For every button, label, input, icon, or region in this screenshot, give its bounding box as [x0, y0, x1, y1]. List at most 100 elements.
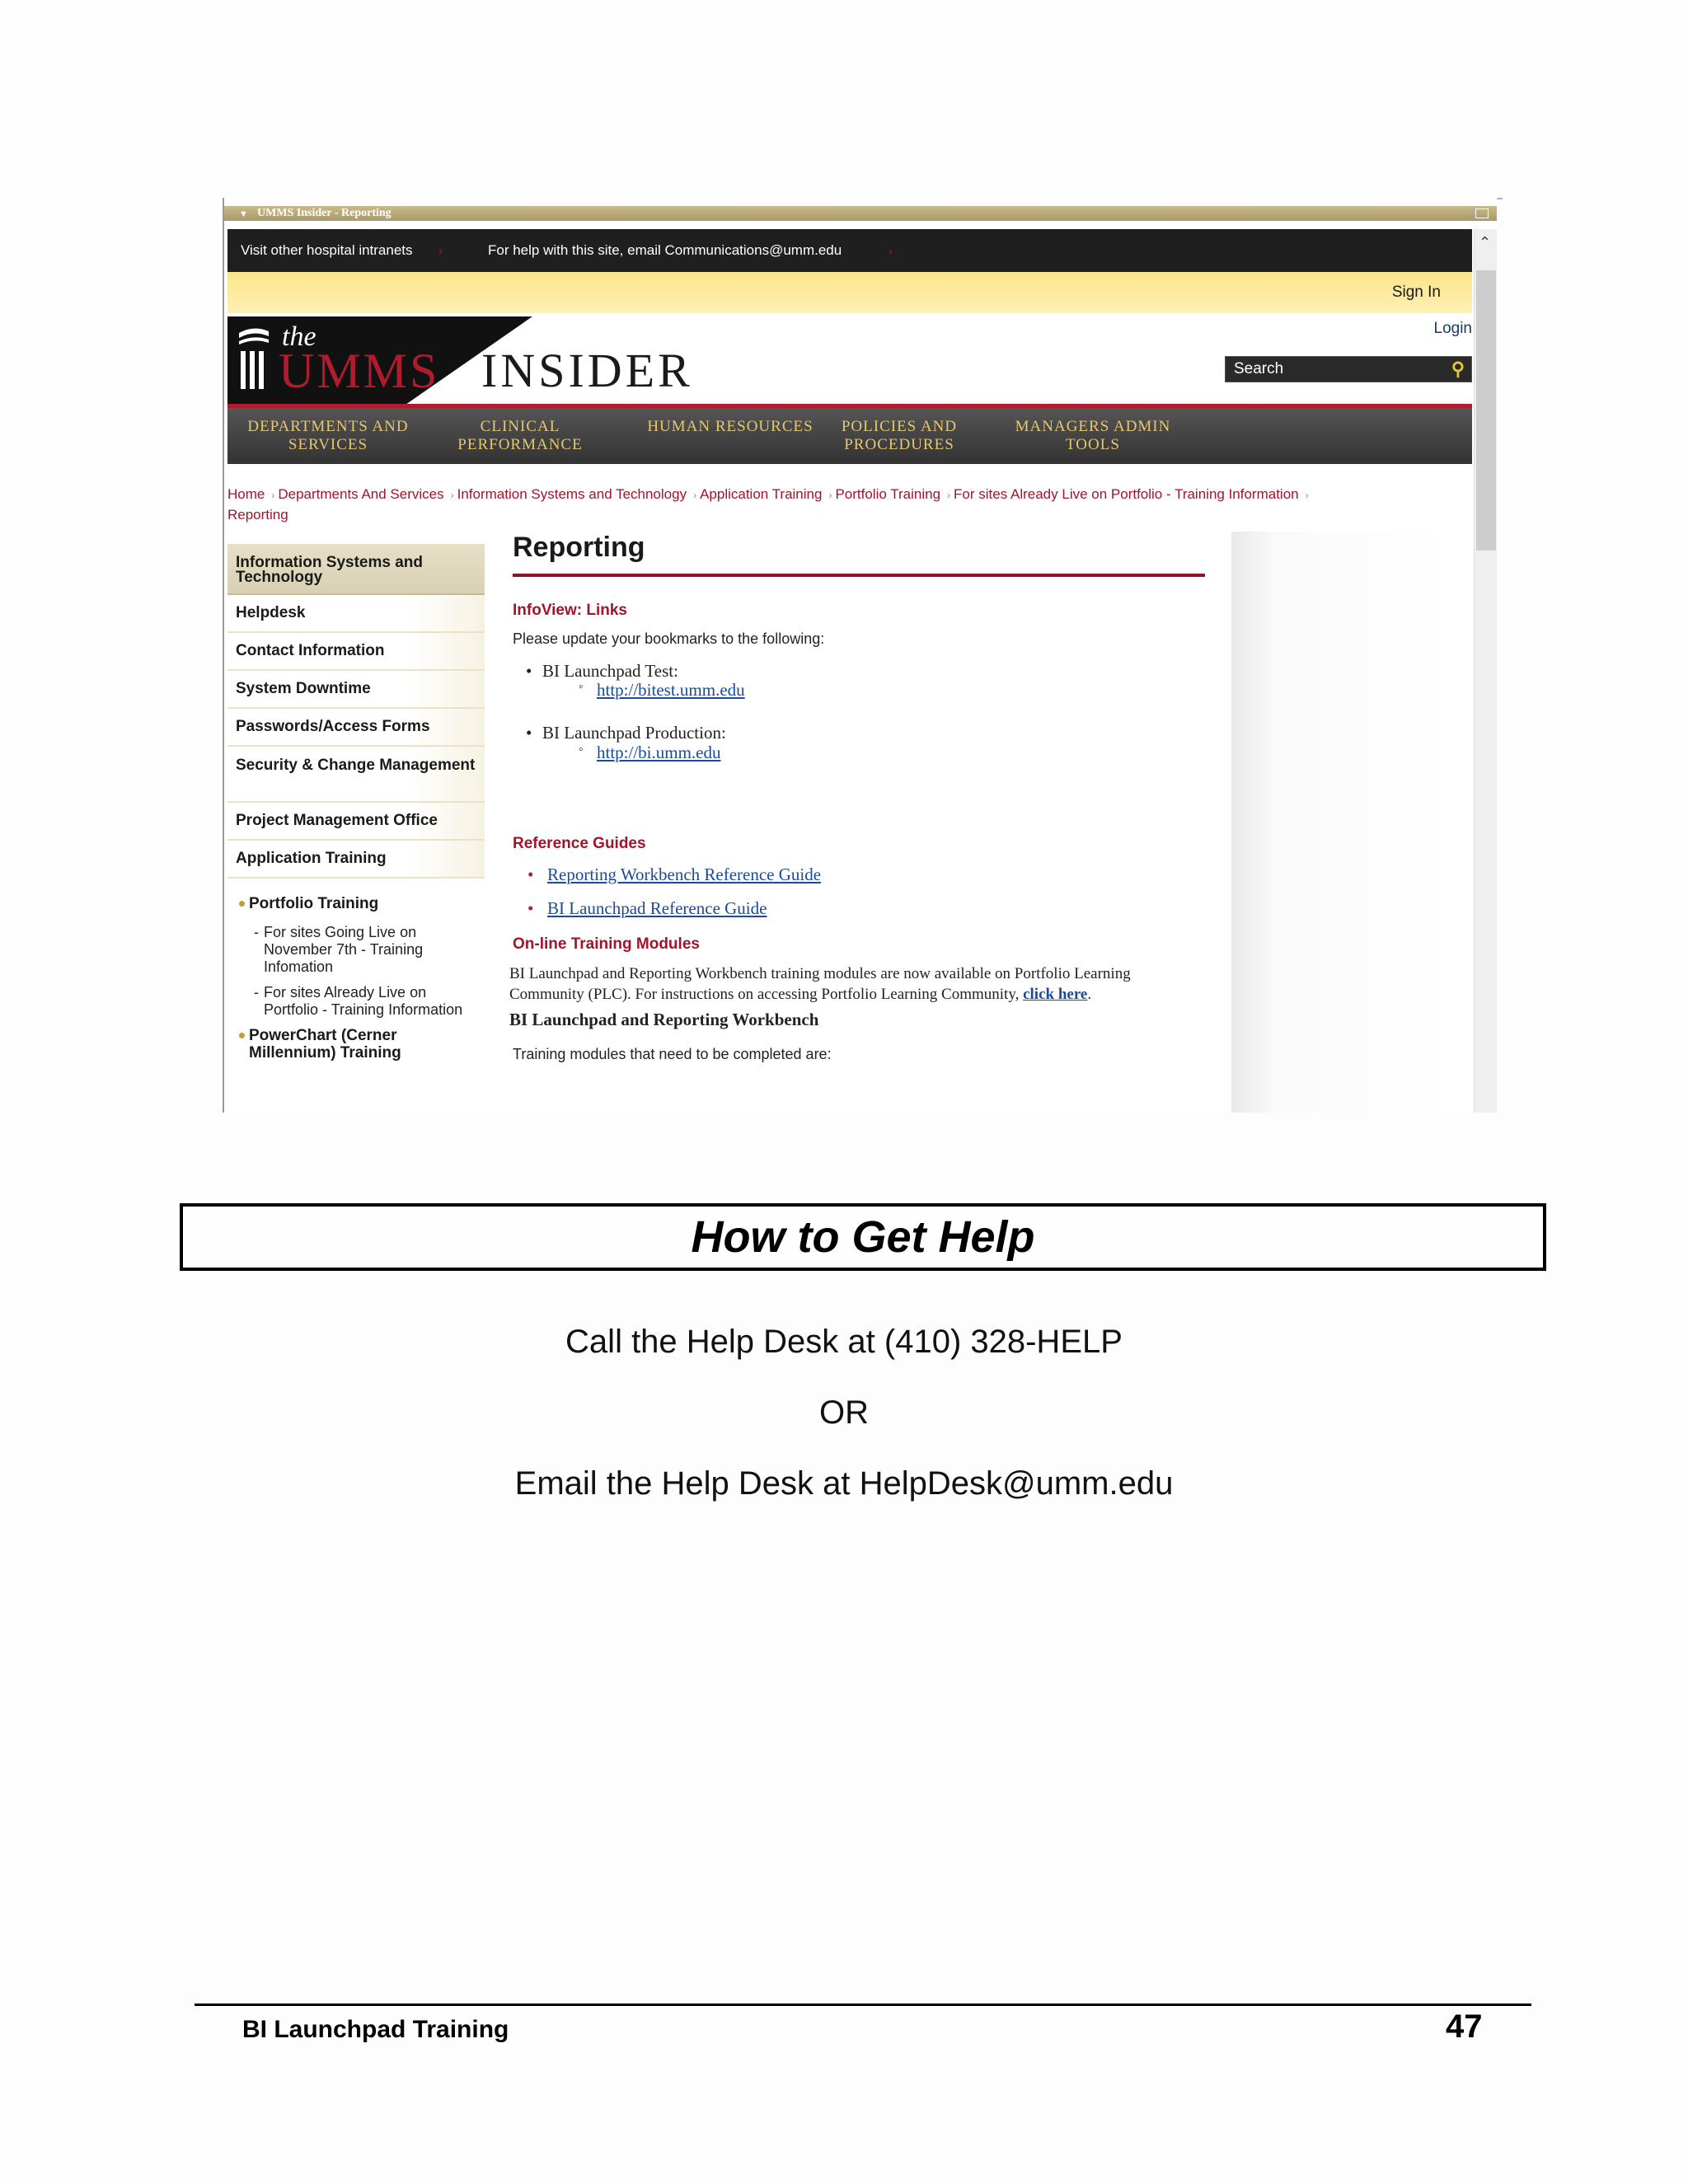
- dash-icon: -: [254, 984, 259, 1001]
- page-number: 47: [1446, 2008, 1483, 2045]
- breadcrumb-application-training[interactable]: Application Training: [700, 486, 822, 502]
- collapse-triangle-icon[interactable]: ▼: [239, 207, 248, 222]
- sidebar-item-passwords[interactable]: Passwords/Access Forms: [227, 709, 485, 747]
- breadcrumb-separator-icon: ›: [271, 490, 275, 501]
- sidebar-item-contact[interactable]: Contact Information: [227, 633, 485, 671]
- sidebar-sub-powerchart[interactable]: PowerChart (Cerner Millennium) Training: [227, 1027, 485, 1062]
- click-here-link[interactable]: click here: [1023, 986, 1087, 1003]
- nav-label: PERFORMANCE: [457, 436, 583, 453]
- breadcrumb: Home › Departments And Services › Informatio…: [227, 485, 1464, 524]
- help-title: How to Get Help: [691, 1212, 1035, 1262]
- sidebar-sub-going-live[interactable]: - For sites Going Live on November 7th -…: [227, 924, 485, 976]
- logo-umms-text: UMMS: [279, 344, 440, 398]
- circle-bullet-icon: ◦: [579, 680, 584, 694]
- reporting-workbench-guide-link[interactable]: Reporting Workbench Reference Guide: [547, 865, 821, 885]
- site-help-text: For help with this site, email Communica…: [488, 242, 842, 258]
- bi-prod-label: BI Launchpad Production:: [542, 723, 726, 743]
- help-call-text: Call the Help Desk at (410) 328-HELP: [565, 1324, 1123, 1360]
- bi-rw-heading: BI Launchpad and Reporting Workbench: [509, 1010, 819, 1029]
- breadcrumb-is-and-t[interactable]: Information Systems and Technology: [457, 486, 687, 502]
- search-icon[interactable]: ⚲: [1451, 357, 1465, 382]
- footer-divider: [195, 2004, 1531, 2006]
- search-input[interactable]: Search ⚲: [1225, 356, 1472, 382]
- visit-intranets-link[interactable]: Visit other hospital intranets: [241, 229, 413, 272]
- sign-in-bar: Sign In: [227, 272, 1472, 313]
- bullet-dot-icon: •: [526, 723, 532, 743]
- maximize-icon[interactable]: [1475, 209, 1489, 218]
- circle-bullet-icon: ◦: [579, 743, 584, 757]
- dash-icon: -: [254, 924, 259, 940]
- breadcrumb-portfolio-training[interactable]: Portfolio Training: [835, 486, 940, 502]
- site-header: the UMMS INSIDER Login Search ⚲: [227, 313, 1473, 405]
- online-training-text-span: Community (PLC). For instructions on acc…: [509, 986, 1020, 1003]
- chevron-right-icon: ›: [438, 244, 443, 257]
- sidebar-item-pmo[interactable]: Project Management Office: [227, 803, 485, 841]
- reference-guides-heading: Reference Guides: [513, 835, 646, 852]
- breadcrumb-separator-icon: ›: [947, 490, 951, 501]
- sign-in-link[interactable]: Sign In: [1392, 284, 1441, 302]
- column-building-icon: [239, 328, 269, 389]
- scroll-up-icon[interactable]: ⌃: [1479, 234, 1491, 251]
- sidebar-sub-label: For sites Going Live on November 7th - T…: [264, 924, 424, 975]
- help-title-box: How to Get Help: [180, 1203, 1546, 1271]
- sidebar-sub-already-live[interactable]: - For sites Already Live on Portfolio - …: [227, 984, 485, 1019]
- sidebar-sub-label: For sites Already Live on Portfolio - Tr…: [264, 984, 463, 1018]
- breadcrumb-departments[interactable]: Departments And Services: [278, 486, 443, 502]
- bi-test-label: BI Launchpad Test:: [542, 661, 678, 681]
- breadcrumb-home[interactable]: Home: [227, 486, 265, 502]
- bullet-dot-icon: [239, 901, 245, 907]
- sidebar-item-security[interactable]: Security & Change Management: [227, 747, 485, 803]
- scrollbar-thumb[interactable]: [1476, 270, 1496, 551]
- bi-prod-link[interactable]: http://bi.umm.edu: [597, 743, 721, 763]
- nav-label: POLICIES AND: [841, 418, 958, 435]
- nav-managers-admin[interactable]: MANAGERS ADMIN TOOLS: [1002, 418, 1184, 454]
- help-email-text: Email the Help Desk at HelpDesk@umm.edu: [514, 1465, 1174, 1502]
- nav-label: SERVICES: [288, 436, 368, 453]
- breadcrumb-already-live[interactable]: For sites Already Live on Portfolio - Tr…: [954, 486, 1299, 502]
- nav-human-resources[interactable]: HUMAN RESOURCES: [640, 418, 821, 436]
- breadcrumb-reporting: Reporting: [227, 507, 288, 523]
- window-title-bar: ▼ UMMS Insider - Reporting: [224, 206, 1497, 221]
- infoview-heading: InfoView: Links: [513, 602, 628, 619]
- breadcrumb-separator-icon: ›: [693, 490, 697, 501]
- sidebar-sub-label: PowerChart (Cerner Millennium) Training: [249, 1027, 401, 1062]
- help-or-text: OR: [819, 1394, 869, 1431]
- breadcrumb-separator-icon: ›: [828, 490, 832, 501]
- bullet-dot-icon: [239, 1033, 245, 1038]
- sidebar-item-downtime[interactable]: System Downtime: [227, 671, 485, 709]
- utility-bar: Visit other hospital intranets › For hel…: [227, 229, 1472, 272]
- sidebar-sub-portfolio[interactable]: Portfolio Training: [227, 895, 485, 912]
- chevron-right-icon: ›: [889, 244, 893, 257]
- nav-policies[interactable]: POLICIES AND PROCEDURES: [829, 418, 969, 454]
- vertical-scrollbar[interactable]: ⌃: [1474, 229, 1497, 1113]
- footer-title: BI Launchpad Training: [242, 2016, 509, 2043]
- login-link[interactable]: Login: [1434, 320, 1473, 338]
- breadcrumb-separator-icon: ›: [450, 490, 454, 501]
- nav-departments[interactable]: DEPARTMENTS AND SERVICES: [237, 418, 419, 454]
- nav-label: CLINICAL: [480, 418, 560, 435]
- modules-text: Training modules that need to be complet…: [513, 1046, 832, 1062]
- breadcrumb-separator-icon: ›: [1305, 490, 1309, 501]
- nav-label: TOOLS: [1066, 436, 1120, 453]
- online-training-heading: On-line Training Modules: [513, 935, 700, 953]
- search-placeholder: Search: [1234, 360, 1284, 377]
- nav-label: DEPARTMENTS AND: [247, 418, 409, 435]
- window-title: UMMS Insider - Reporting: [257, 207, 392, 219]
- nav-clinical-performance[interactable]: CLINICAL PERFORMANCE: [450, 418, 590, 454]
- page-title: Reporting: [513, 532, 645, 563]
- bi-launchpad-guide-link[interactable]: BI Launchpad Reference Guide: [547, 898, 767, 919]
- title-underline: [513, 574, 1205, 577]
- bullet-dot-icon: •: [528, 898, 534, 918]
- embedded-screenshot: ▼ UMMS Insider - Reporting Visit other h…: [223, 198, 1497, 1113]
- bi-test-link[interactable]: http://bitest.umm.edu: [597, 680, 745, 701]
- sidebar-item-helpdesk[interactable]: Helpdesk: [227, 595, 485, 633]
- sidebar-item-application-training[interactable]: Application Training: [227, 841, 485, 879]
- content-shadow: [1231, 532, 1449, 1113]
- bullet-dot-icon: •: [528, 865, 534, 884]
- logo-insider-text: INSIDER: [481, 344, 693, 397]
- sidebar-sub-label: Portfolio Training: [249, 895, 379, 912]
- update-bookmarks-text: Please update your bookmarks to the foll…: [513, 630, 825, 647]
- main-nav: DEPARTMENTS AND SERVICES CLINICAL PERFOR…: [227, 408, 1472, 464]
- bullet-dot-icon: •: [526, 661, 532, 681]
- sidebar-heading[interactable]: Information Systems and Technology: [227, 544, 485, 595]
